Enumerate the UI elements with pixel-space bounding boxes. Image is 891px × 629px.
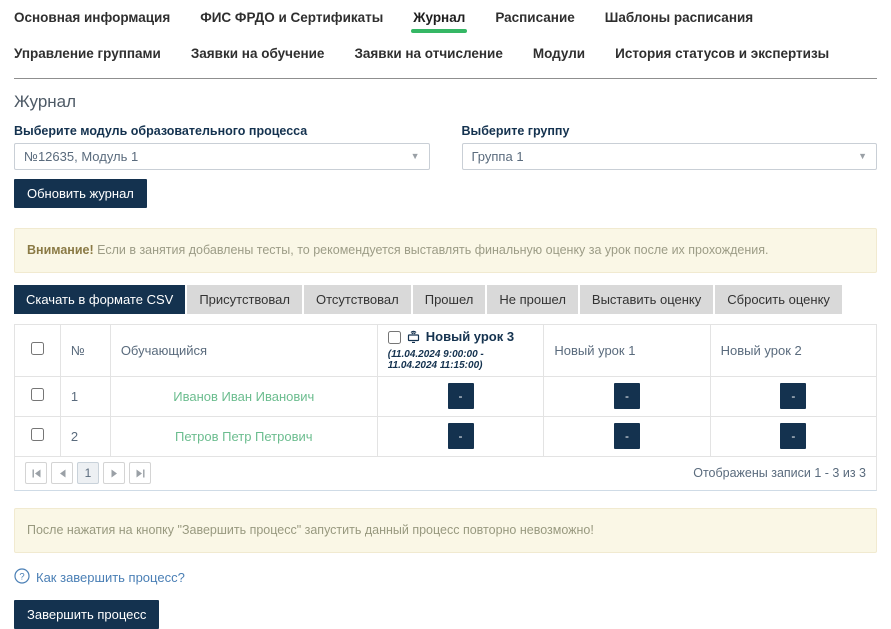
- module-select-label: Выберите модуль образовательного процесс…: [14, 124, 430, 138]
- student-link-ivanov[interactable]: Иванов Иван Иванович: [121, 389, 367, 404]
- grade-button-r1-lesson1[interactable]: -: [614, 383, 640, 409]
- page-number-button[interactable]: 1: [77, 462, 99, 484]
- refresh-journal-button[interactable]: Обновить журнал: [14, 179, 147, 208]
- grade-button-r1-lesson2[interactable]: -: [780, 383, 806, 409]
- mark-failed-button[interactable]: Не прошел: [487, 285, 578, 314]
- select-all-checkbox[interactable]: [31, 342, 44, 355]
- student-link-petrov[interactable]: Петров Петр Петрович: [121, 429, 367, 444]
- module-select[interactable]: №12635, Модуль 1 ▼: [14, 143, 430, 170]
- reset-grade-button[interactable]: Сбросить оценку: [715, 285, 842, 314]
- journal-table: № Обучающийся Новый урок 3 (11.04.2024 9…: [14, 324, 877, 457]
- tests-warning-banner: Внимание! Если в занятия добавлены тесты…: [14, 228, 877, 273]
- svg-text:?: ?: [19, 571, 24, 582]
- nav-tabs-row-2: Управление группами Заявки на обучение З…: [14, 46, 877, 69]
- column-header-student: Обучающийся: [110, 324, 377, 376]
- filters-row: Выберите модуль образовательного процесс…: [14, 124, 877, 170]
- table-header-row: № Обучающийся Новый урок 3 (11.04.2024 9…: [15, 324, 877, 376]
- tab-group-management[interactable]: Управление группами: [14, 46, 161, 69]
- mark-passed-button[interactable]: Прошел: [413, 285, 486, 314]
- warning-text: Если в занятия добавлены тесты, то реком…: [94, 243, 769, 257]
- chevron-down-icon: ▼: [858, 152, 867, 161]
- tab-enrollment-requests[interactable]: Заявки на обучение: [191, 46, 325, 69]
- nav-tabs-row-1: Основная информация ФИС ФРДО и Сертифика…: [14, 0, 877, 33]
- group-select-label: Выберите группу: [462, 124, 878, 138]
- grade-button-r2-lesson1[interactable]: -: [614, 423, 640, 449]
- chevron-down-icon: ▼: [411, 152, 420, 161]
- prev-page-icon: [58, 469, 67, 478]
- webinar-icon: [406, 329, 421, 347]
- table-row: 2 Петров Петр Петрович - - -: [15, 416, 877, 456]
- lesson-3-select-checkbox[interactable]: [388, 331, 401, 344]
- tab-main-info[interactable]: Основная информация: [14, 10, 170, 33]
- group-select-value: Группа 1: [472, 149, 524, 164]
- row-1-checkbox[interactable]: [31, 388, 44, 401]
- tab-expulsion-requests[interactable]: Заявки на отчисление: [354, 46, 502, 69]
- next-page-icon: [110, 469, 119, 478]
- group-filter: Выберите группу Группа 1 ▼: [462, 124, 878, 170]
- download-csv-button[interactable]: Скачать в формате CSV: [14, 285, 185, 314]
- grade-button-r2-lesson2[interactable]: -: [780, 423, 806, 449]
- mark-present-button[interactable]: Присутствовал: [187, 285, 302, 314]
- table-footer: 1 Отображены записи 1 - 3 из 3: [14, 457, 877, 491]
- column-header-lesson-1: Новый урок 1: [544, 324, 710, 376]
- first-page-icon: [32, 469, 41, 478]
- next-page-button[interactable]: [103, 462, 125, 484]
- tab-journal[interactable]: Журнал: [413, 10, 465, 33]
- mark-absent-button[interactable]: Отсутствовал: [304, 285, 411, 314]
- lesson-3-title: Новый урок 3: [426, 330, 514, 345]
- last-page-icon: [136, 469, 145, 478]
- last-page-button[interactable]: [129, 462, 151, 484]
- column-header-number: №: [60, 324, 110, 376]
- page-title: Журнал: [14, 92, 877, 112]
- warning-strong-label: Внимание!: [27, 243, 94, 257]
- row-2-checkbox[interactable]: [31, 428, 44, 441]
- set-grade-button[interactable]: Выставить оценку: [580, 285, 713, 314]
- nav-divider: [14, 78, 877, 79]
- how-to-finish-label: Как завершить процесс?: [36, 570, 185, 585]
- column-header-lesson-3: Новый урок 3 (11.04.2024 9:00:00 - 11.04…: [377, 324, 544, 376]
- first-page-button[interactable]: [25, 462, 47, 484]
- module-select-value: №12635, Модуль 1: [24, 149, 138, 164]
- grade-button-r1-lesson3[interactable]: -: [448, 383, 474, 409]
- tab-status-history[interactable]: История статусов и экспертизы: [615, 46, 829, 69]
- table-row: 1 Иванов Иван Иванович - - -: [15, 376, 877, 416]
- prev-page-button[interactable]: [51, 462, 73, 484]
- finish-warning-text: После нажатия на кнопку "Завершить проце…: [27, 523, 594, 537]
- row-1-number: 1: [60, 376, 110, 416]
- journal-toolbar: Скачать в формате CSV Присутствовал Отсу…: [14, 285, 877, 314]
- how-to-finish-link[interactable]: ? Как завершить процесс?: [14, 568, 185, 587]
- row-2-number: 2: [60, 416, 110, 456]
- column-header-lesson-2: Новый урок 2: [710, 324, 876, 376]
- pagination: 1: [25, 462, 151, 484]
- records-summary: Отображены записи 1 - 3 из 3: [693, 466, 866, 480]
- group-select[interactable]: Группа 1 ▼: [462, 143, 878, 170]
- lesson-3-dates: (11.04.2024 9:00:00 - 11.04.2024 11:15:0…: [388, 349, 534, 372]
- tab-schedule[interactable]: Расписание: [495, 10, 574, 33]
- tab-schedule-templates[interactable]: Шаблоны расписания: [605, 10, 753, 33]
- tab-fis-frdo[interactable]: ФИС ФРДО и Сертификаты: [200, 10, 383, 33]
- tab-modules[interactable]: Модули: [533, 46, 585, 69]
- finish-process-warning-banner: После нажатия на кнопку "Завершить проце…: [14, 508, 877, 553]
- module-filter: Выберите модуль образовательного процесс…: [14, 124, 430, 170]
- question-circle-icon: ?: [14, 568, 30, 587]
- finish-process-button[interactable]: Завершить процесс: [14, 600, 159, 629]
- page-container: Основная информация ФИС ФРДО и Сертифика…: [0, 0, 891, 629]
- grade-button-r2-lesson3[interactable]: -: [448, 423, 474, 449]
